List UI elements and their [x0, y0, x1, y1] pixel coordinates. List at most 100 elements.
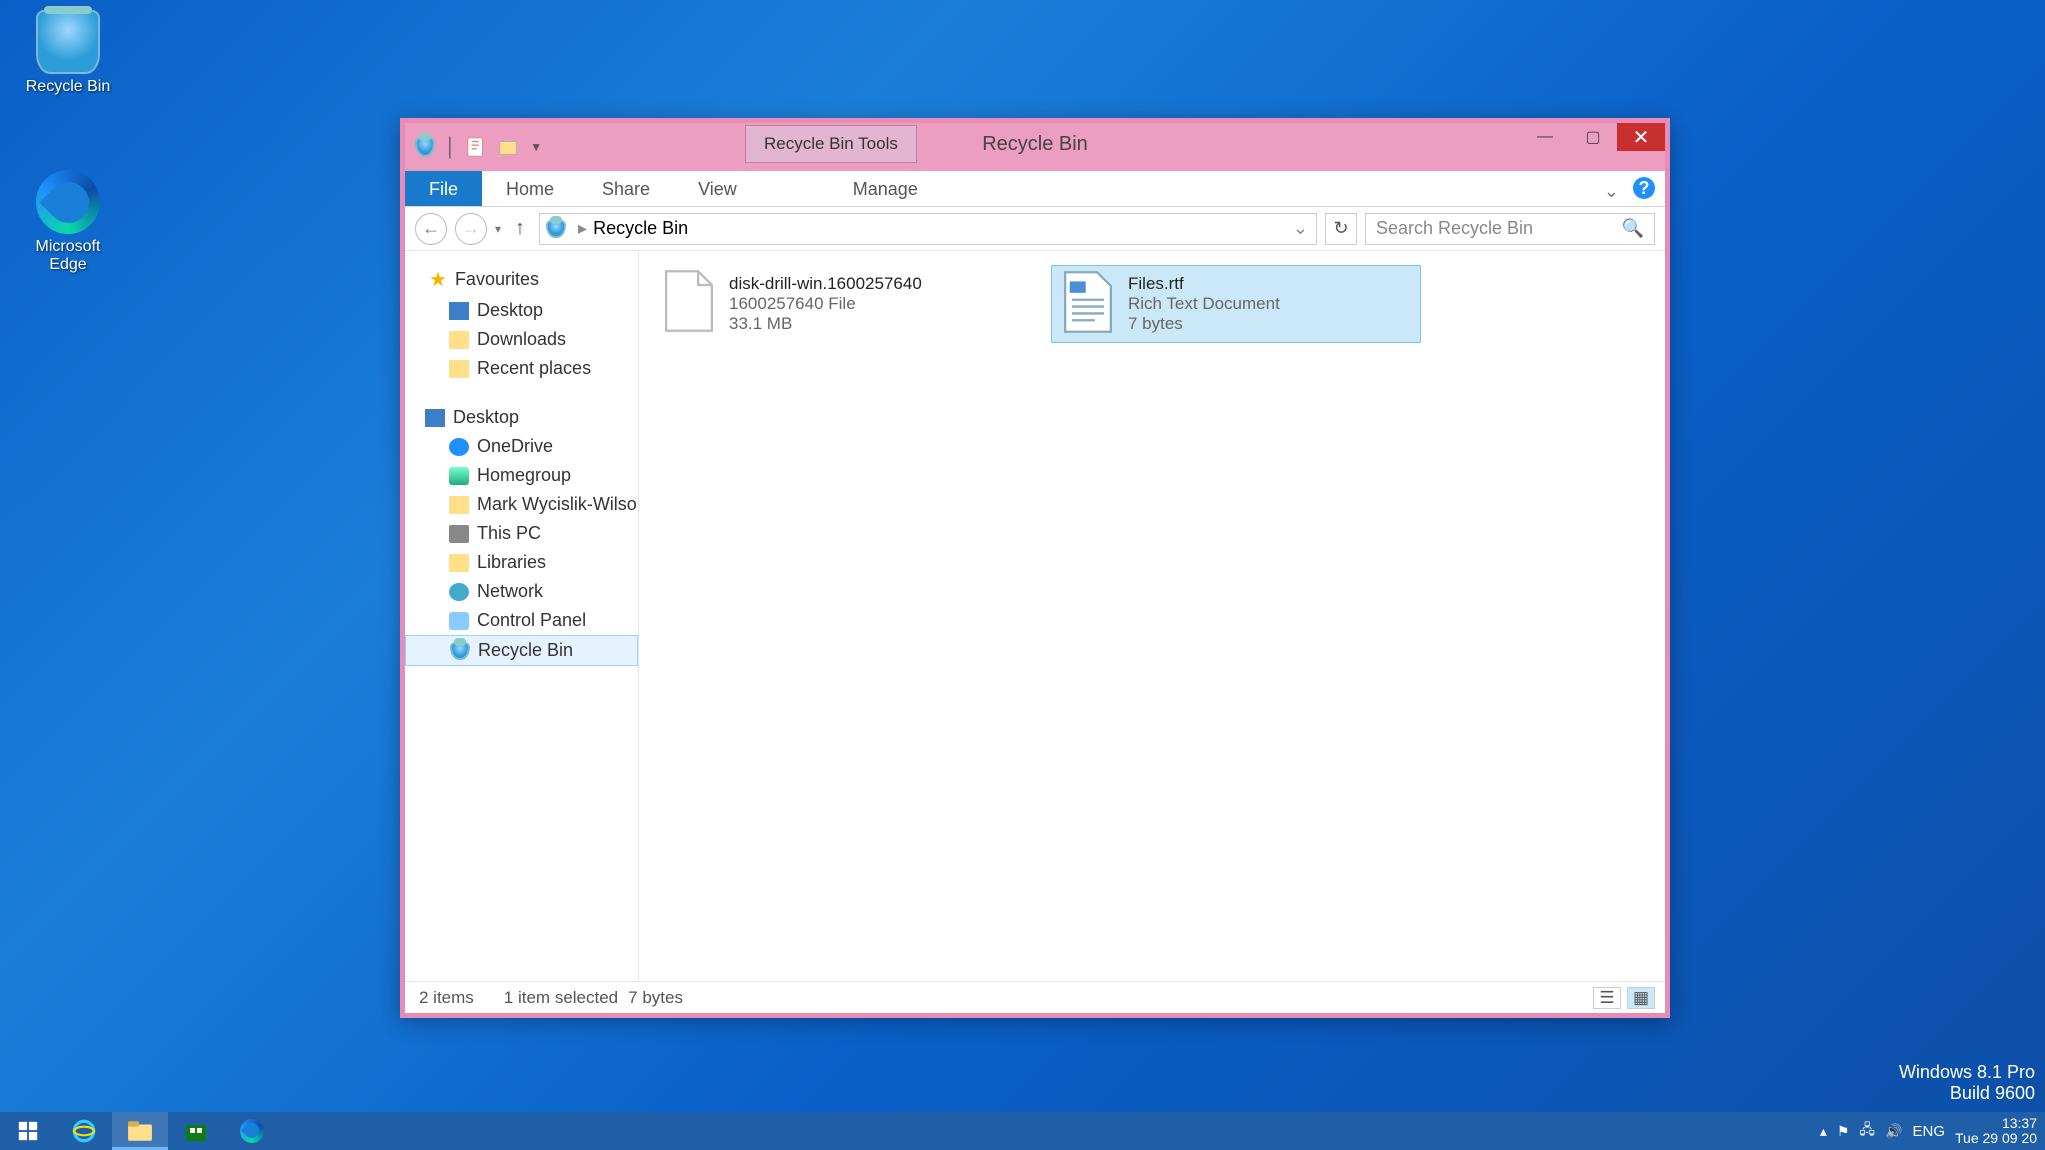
taskbar-explorer[interactable]: [112, 1112, 168, 1150]
nav-item-downloads[interactable]: Downloads: [405, 325, 638, 354]
taskbar-edge[interactable]: [224, 1112, 280, 1150]
start-button[interactable]: [0, 1112, 56, 1150]
quick-access-toolbar: │ ▼: [405, 123, 552, 171]
new-folder-icon[interactable]: [498, 136, 520, 158]
status-selection: 1 item selected: [504, 988, 618, 1008]
help-button[interactable]: ?: [1633, 177, 1655, 199]
file-item[interactable]: disk-drill-win.1600257640 1600257640 Fil…: [653, 265, 1023, 343]
navigation-pane: ★ Favourites Desktop Downloads Recent pl…: [405, 251, 639, 981]
taskbar-store[interactable]: [168, 1112, 224, 1150]
file-item[interactable]: Files.rtf Rich Text Document 7 bytes: [1051, 265, 1421, 343]
tray-overflow-icon[interactable]: ▴: [1820, 1123, 1827, 1140]
file-name: Files.rtf: [1128, 274, 1280, 294]
address-icon: [546, 220, 566, 238]
status-size: 7 bytes: [628, 988, 683, 1008]
back-button[interactable]: ←: [415, 213, 447, 245]
ribbon-tab-file[interactable]: File: [405, 171, 482, 206]
app-icon[interactable]: [415, 137, 435, 157]
nav-item-network[interactable]: Network: [405, 577, 638, 606]
file-name: disk-drill-win.1600257640: [729, 274, 922, 294]
homegroup-icon: [449, 467, 469, 485]
desktop-icon-label: Recycle Bin: [18, 78, 118, 96]
libraries-icon: [449, 554, 469, 572]
forward-button[interactable]: →: [455, 213, 487, 245]
tray-language[interactable]: ENG: [1912, 1123, 1945, 1140]
nav-desktop[interactable]: Desktop: [405, 403, 638, 432]
taskbar[interactable]: ▴ ⚑ 🖧 🔊 ENG 13:37 Tue 29 09 20: [0, 1112, 2045, 1150]
taskbar-ie[interactable]: [56, 1112, 112, 1150]
qat-dropdown-icon[interactable]: ▼: [530, 140, 542, 154]
folder-icon: [449, 360, 469, 378]
edge-icon: [240, 1119, 264, 1143]
desktop-icon-recycle-bin[interactable]: Recycle Bin: [18, 10, 118, 96]
ribbon-collapse-icon[interactable]: ⌄: [1604, 181, 1619, 202]
nav-item-thispc[interactable]: This PC: [405, 519, 638, 548]
file-icon: [661, 269, 717, 333]
ribbon-tab-home[interactable]: Home: [482, 171, 578, 206]
nav-favourites[interactable]: ★ Favourites: [405, 263, 638, 296]
tray-network-icon[interactable]: 🖧: [1859, 1119, 1875, 1143]
ribbon: File Home Share View Manage ⌄ ?: [405, 171, 1665, 207]
window-controls: — ▢ ✕: [1521, 123, 1665, 151]
address-dropdown-icon[interactable]: ⌄: [1293, 218, 1308, 239]
search-icon: 🔍: [1622, 218, 1644, 239]
network-icon: [449, 583, 469, 601]
nav-item-homegroup[interactable]: Homegroup: [405, 461, 638, 490]
desktop-icon: [425, 409, 445, 427]
system-tray: ▴ ⚑ 🖧 🔊 ENG 13:37 Tue 29 09 20: [1820, 1116, 2037, 1147]
desktop-icon-edge[interactable]: Microsoft Edge: [18, 170, 118, 274]
file-type: 1600257640 File: [729, 294, 922, 314]
breadcrumb-separator-icon: ▸: [578, 218, 587, 239]
status-item-count: 2 items: [419, 988, 474, 1008]
folder-icon: [449, 331, 469, 349]
explorer-window: │ ▼ Recycle Bin Tools Recycle Bin — ▢ ✕ …: [400, 118, 1670, 1018]
nav-item-desktop-fav[interactable]: Desktop: [405, 296, 638, 325]
desktop-icon-label: Microsoft Edge: [18, 238, 118, 274]
file-list[interactable]: disk-drill-win.1600257640 1600257640 Fil…: [639, 251, 1665, 981]
window-title: Recycle Bin: [405, 133, 1665, 156]
close-button[interactable]: ✕: [1617, 123, 1665, 151]
rtf-file-icon: [1060, 270, 1116, 334]
onedrive-icon: [449, 438, 469, 456]
view-tiles-button[interactable]: ▦: [1627, 987, 1655, 1009]
qat-separator: │: [445, 137, 456, 158]
file-size: 33.1 MB: [729, 314, 922, 334]
breadcrumb-item[interactable]: Recycle Bin: [593, 218, 688, 239]
search-placeholder: Search Recycle Bin: [1376, 218, 1533, 239]
status-bar: 2 items 1 item selected 7 bytes ☰ ▦: [405, 981, 1665, 1013]
ribbon-tab-view[interactable]: View: [674, 171, 761, 206]
tray-clock[interactable]: 13:37 Tue 29 09 20: [1955, 1116, 2037, 1147]
nav-item-controlpanel[interactable]: Control Panel: [405, 606, 638, 635]
pc-icon: [449, 525, 469, 543]
desktop-icon: [449, 302, 469, 320]
properties-icon[interactable]: [466, 136, 488, 158]
nav-toolbar: ← → ▾ ↑ ▸ Recycle Bin ⌄ ↻ Search Recycle…: [405, 207, 1665, 251]
watermark: Windows 8.1 Pro Build 9600: [1899, 1062, 2035, 1104]
maximize-button[interactable]: ▢: [1569, 123, 1617, 151]
search-box[interactable]: Search Recycle Bin 🔍: [1365, 213, 1655, 245]
contextual-tab-group: Recycle Bin Tools: [745, 125, 917, 163]
file-size: 7 bytes: [1128, 314, 1280, 334]
nav-item-recyclebin[interactable]: Recycle Bin: [405, 635, 638, 666]
tray-flag-icon[interactable]: ⚑: [1837, 1123, 1850, 1140]
view-details-button[interactable]: ☰: [1593, 987, 1621, 1009]
user-folder-icon: [449, 496, 469, 514]
up-button[interactable]: ↑: [509, 217, 531, 240]
titlebar[interactable]: │ ▼ Recycle Bin Tools Recycle Bin — ▢ ✕: [405, 123, 1665, 171]
control-panel-icon: [449, 612, 469, 630]
ribbon-tab-share[interactable]: Share: [578, 171, 674, 206]
nav-history-dropdown-icon[interactable]: ▾: [495, 222, 501, 236]
nav-item-libraries[interactable]: Libraries: [405, 548, 638, 577]
tray-volume-icon[interactable]: 🔊: [1885, 1123, 1902, 1140]
address-bar[interactable]: ▸ Recycle Bin ⌄: [539, 213, 1317, 245]
nav-item-onedrive[interactable]: OneDrive: [405, 432, 638, 461]
nav-item-user[interactable]: Mark Wycislik-Wilson: [405, 490, 638, 519]
refresh-button[interactable]: ↻: [1325, 213, 1357, 245]
nav-item-recent[interactable]: Recent places: [405, 354, 638, 383]
ribbon-tab-manage[interactable]: Manage: [829, 171, 942, 206]
recycle-bin-icon: [36, 10, 100, 74]
star-icon: ★: [429, 267, 447, 292]
recycle-bin-icon: [450, 642, 470, 660]
minimize-button[interactable]: —: [1521, 123, 1569, 151]
file-type: Rich Text Document: [1128, 294, 1280, 314]
